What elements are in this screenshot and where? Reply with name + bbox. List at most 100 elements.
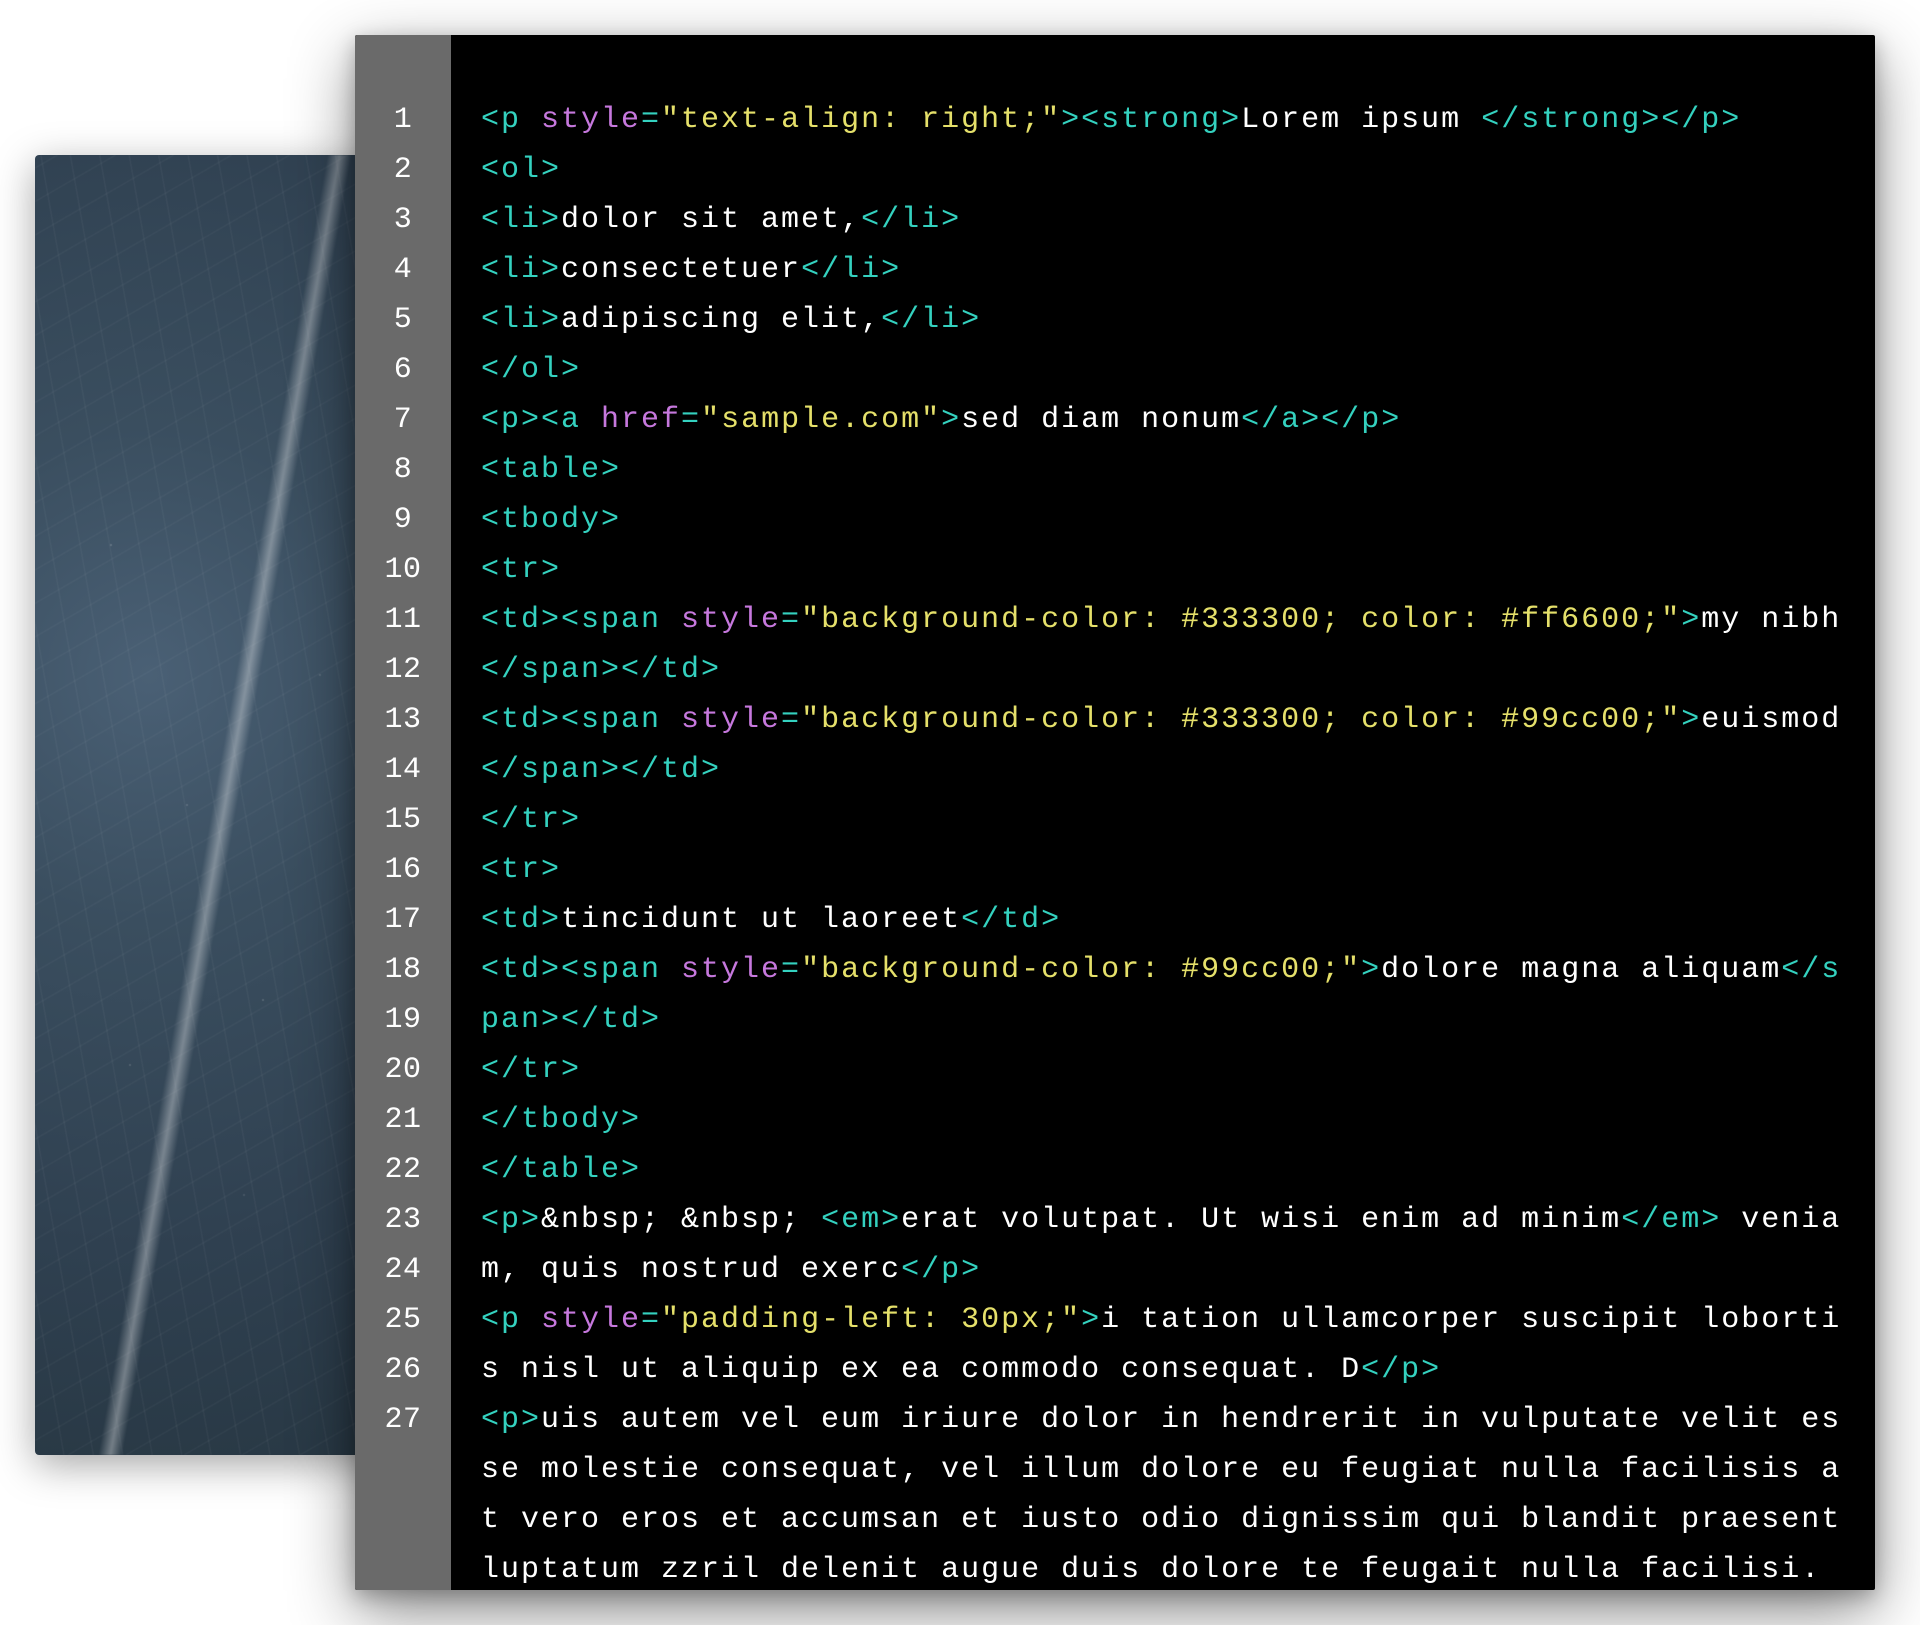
line-number: 20 <box>355 1045 451 1095</box>
code-token-tag: <li> <box>481 203 561 237</box>
line-number: 12 <box>355 645 451 695</box>
line-number: 15 <box>355 795 451 845</box>
code-token-tag: <em> <box>821 1203 901 1237</box>
line-number: 6 <box>355 345 451 395</box>
line-number: 2 <box>355 145 451 195</box>
line-number: 22 <box>355 1145 451 1195</box>
code-token-text: dolor sit amet, <box>561 203 861 237</box>
code-token-str: "background-color: #333300; color: #99cc… <box>801 703 1681 737</box>
code-token-tag: </li> <box>861 203 961 237</box>
code-token-tag: </li> <box>801 253 901 287</box>
code-token-tag: </strong></p> <box>1481 103 1741 137</box>
line-number: 16 <box>355 845 451 895</box>
code-token-text: my nibh <box>1701 603 1841 637</box>
line-number: 17 <box>355 895 451 945</box>
code-token-tag: <td><span <box>481 953 681 987</box>
code-token-tag: </tr> <box>481 1053 581 1087</box>
code-token-tag: </em> <box>1621 1203 1721 1237</box>
code-token-attr: style <box>681 603 781 637</box>
line-number: 1 <box>355 95 451 145</box>
code-token-tag: <td> <box>481 903 561 937</box>
code-token-tag: = <box>641 1303 661 1337</box>
line-number: 18 <box>355 945 451 995</box>
line-number: 21 <box>355 1095 451 1145</box>
code-token-tag: </p> <box>1361 1353 1441 1387</box>
code-token-tag: <p <box>481 103 541 137</box>
code-token-tag: <li> <box>481 303 561 337</box>
code-token-tag: </a></p> <box>1241 403 1401 437</box>
code-token-text: &nbsp; &nbsp; <box>541 1203 821 1237</box>
code-token-tag: ><strong> <box>1061 103 1241 137</box>
code-token-text: adipiscing elit, <box>561 303 881 337</box>
code-token-text: erat volutpat. Ut wisi enim ad minim <box>901 1203 1621 1237</box>
line-number-gutter: 1234567891011121314151617181920212223242… <box>355 35 451 1590</box>
line-number: 19 <box>355 995 451 1045</box>
line-number: 7 <box>355 395 451 445</box>
code-token-tag: </span></td> <box>481 753 721 787</box>
code-token-tag: <td><span <box>481 603 681 637</box>
code-token-tag: <tbody> <box>481 503 621 537</box>
code-token-tag: = <box>641 103 661 137</box>
code-token-tag: > <box>941 403 961 437</box>
line-number: 24 <box>355 1245 451 1295</box>
code-token-text: tincidunt ut laoreet <box>561 903 961 937</box>
line-number: 9 <box>355 495 451 545</box>
code-token-tag: </span></td> <box>481 653 721 687</box>
code-token-tag: > <box>1681 703 1701 737</box>
code-token-tag: = <box>781 703 801 737</box>
code-token-text: sed diam nonum <box>961 403 1241 437</box>
code-token-tag: <p> <box>481 1203 541 1237</box>
code-content-area[interactable]: <p style="text-align: right;"><strong>Lo… <box>451 35 1875 1590</box>
code-token-attr: style <box>681 703 781 737</box>
line-number: 14 <box>355 745 451 795</box>
code-token-tag: = <box>781 953 801 987</box>
code-token-tag: </tr> <box>481 803 581 837</box>
code-token-attr: style <box>541 1303 641 1337</box>
code-token-str: "text-align: right;" <box>661 103 1061 137</box>
code-editor-window: 1234567891011121314151617181920212223242… <box>355 35 1875 1590</box>
line-number: 11 <box>355 595 451 645</box>
code-token-tag: = <box>681 403 701 437</box>
code-token-tag: <p> <box>481 1403 541 1437</box>
code-token-tag: <td><span <box>481 703 681 737</box>
code-token-tag: <tr> <box>481 853 561 887</box>
line-number: 26 <box>355 1345 451 1395</box>
code-token-attr: style <box>541 103 641 137</box>
code-token-str: "padding-left: 30px;" <box>661 1303 1081 1337</box>
line-number: 13 <box>355 695 451 745</box>
code-token-str: "background-color: #99cc00;" <box>801 953 1361 987</box>
code-token-text: Lorem ipsum <box>1241 103 1481 137</box>
code-token-attr: href <box>601 403 681 437</box>
line-number: 25 <box>355 1295 451 1345</box>
line-number: 5 <box>355 295 451 345</box>
code-token-tag: </tbody> <box>481 1103 641 1137</box>
line-number: 27 <box>355 1395 451 1445</box>
code-token-str: "background-color: #333300; color: #ff66… <box>801 603 1681 637</box>
line-number: 23 <box>355 1195 451 1245</box>
code-token-tag: <p><a <box>481 403 601 437</box>
code-token-tag: <table> <box>481 453 621 487</box>
code-token-tag: > <box>1081 1303 1101 1337</box>
code-token-tag: > <box>1361 953 1381 987</box>
line-number: 4 <box>355 245 451 295</box>
line-number: 3 <box>355 195 451 245</box>
code-token-tag: </td> <box>961 903 1061 937</box>
code-token-tag: > <box>1681 603 1701 637</box>
line-number: 8 <box>355 445 451 495</box>
code-token-text: dolore magna aliquam <box>1381 953 1781 987</box>
code-token-text: consectetuer <box>561 253 801 287</box>
code-token-tag: </p> <box>901 1253 981 1287</box>
code-token-text: euismod <box>1701 703 1841 737</box>
code-token-tag: <tr> <box>481 553 561 587</box>
line-number: 10 <box>355 545 451 595</box>
code-token-tag: <ol> <box>481 153 561 187</box>
code-token-tag: </li> <box>881 303 981 337</box>
code-token-tag: <li> <box>481 253 561 287</box>
code-token-text: uis autem vel eum iriure dolor in hendre… <box>481 1403 1861 1587</box>
code-token-tag: </ol> <box>481 353 581 387</box>
code-token-tag: </table> <box>481 1153 641 1187</box>
code-token-tag: = <box>781 603 801 637</box>
code-token-str: "sample.com" <box>701 403 941 437</box>
code-token-attr: style <box>681 953 781 987</box>
code-token-tag: <p <box>481 1303 541 1337</box>
